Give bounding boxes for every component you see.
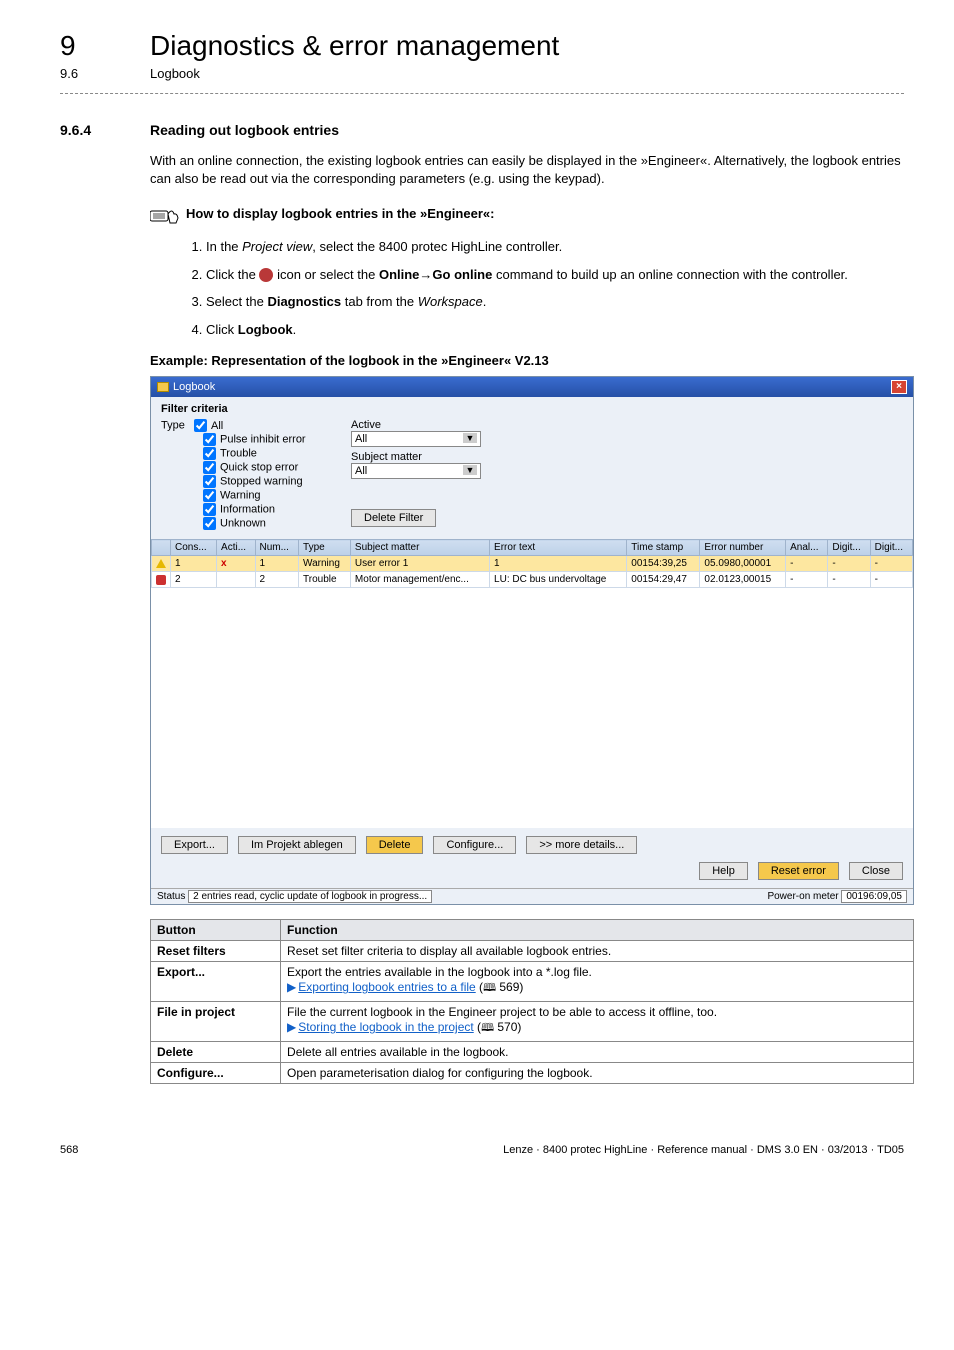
table-row[interactable]: 2 2Trouble Motor management/enc...LU: DC…	[152, 572, 913, 588]
row-export: Export...	[151, 962, 281, 1002]
intro-paragraph: With an online connection, the existing …	[150, 152, 904, 188]
power-on-label: Power-on meter	[767, 891, 838, 902]
step-1: In the Project view, select the 8400 pro…	[206, 237, 904, 257]
table-row[interactable]: 1 x 1Warning User error 11 00154:39,2505…	[152, 556, 913, 572]
subsection-number: 9.6	[60, 66, 150, 81]
step-3: Select the Diagnostics tab from the Work…	[206, 292, 904, 312]
trouble-icon	[152, 572, 171, 588]
cb-warning[interactable]	[203, 489, 216, 502]
row-configure: Configure...	[151, 1063, 281, 1084]
cb-trouble[interactable]	[203, 447, 216, 460]
hand-keypad-icon	[150, 206, 186, 229]
row-delete: Delete	[151, 1042, 281, 1063]
chapter-title: Diagnostics & error management	[150, 30, 559, 62]
go-online-icon	[259, 268, 273, 282]
book-icon: 🕮	[481, 1019, 494, 1038]
cb-unknown[interactable]	[203, 517, 216, 530]
subject-matter-label: Subject matter	[351, 451, 481, 463]
link-storing-logbook[interactable]: Storing the logbook in the project	[298, 1020, 473, 1034]
delete-filter-button[interactable]: Delete Filter	[351, 509, 436, 527]
col-acti[interactable]: Acti...	[217, 540, 255, 556]
chapter-number: 9	[60, 30, 150, 62]
cb-quick-stop[interactable]	[203, 461, 216, 474]
close-icon[interactable]: ×	[891, 380, 907, 394]
status-label: Status	[157, 891, 188, 902]
th-function: Function	[281, 920, 914, 941]
cb-stopped-warning[interactable]	[203, 475, 216, 488]
col-errortext[interactable]: Error text	[490, 540, 627, 556]
col-type[interactable]: Type	[299, 540, 351, 556]
row-file-in-project: File in project	[151, 1002, 281, 1042]
cb-pulse-inhibit[interactable]	[203, 433, 216, 446]
active-x-icon: x	[217, 556, 255, 572]
more-details-button[interactable]: >> more details...	[526, 836, 637, 854]
help-button[interactable]: Help	[699, 862, 748, 880]
active-select[interactable]: All▼	[351, 431, 481, 447]
reset-error-button[interactable]: Reset error	[758, 862, 839, 880]
col-cons[interactable]: Cons...	[171, 540, 217, 556]
step-4: Click Logbook.	[206, 320, 904, 340]
delete-button[interactable]: Delete	[366, 836, 424, 854]
power-on-value: 00196:09,05	[841, 890, 907, 903]
book-icon: 🕮	[483, 979, 496, 998]
subsection-title: Logbook	[150, 66, 200, 81]
warning-icon	[152, 556, 171, 572]
col-digit1[interactable]: Digit...	[828, 540, 870, 556]
status-text: 2 entries read, cyclic update of logbook…	[188, 890, 432, 903]
page-number: 568	[60, 1144, 78, 1156]
close-button[interactable]: Close	[849, 862, 903, 880]
example-heading: Example: Representation of the logbook i…	[150, 353, 904, 368]
button-function-table: ButtonFunction Reset filtersReset set fi…	[150, 919, 914, 1084]
col-errornumber[interactable]: Error number	[700, 540, 786, 556]
footer-info: Lenze · 8400 protec HighLine · Reference…	[503, 1144, 904, 1156]
row-reset-filters: Reset filters	[151, 941, 281, 962]
type-label: Type	[161, 420, 185, 432]
step-2: Click the icon or select the Online→Go o…	[206, 265, 904, 285]
col-timestamp[interactable]: Time stamp	[627, 540, 700, 556]
col-digit2[interactable]: Digit...	[870, 540, 912, 556]
grid-empty-area	[151, 588, 913, 828]
filter-criteria-label: Filter criteria	[161, 403, 903, 415]
logbook-grid: Cons... Acti... Num... Type Subject matt…	[151, 539, 913, 588]
link-export-entries[interactable]: Exporting logbook entries to a file	[298, 980, 475, 994]
configure-button[interactable]: Configure...	[433, 836, 516, 854]
subject-select[interactable]: All▼	[351, 463, 481, 479]
in-project-button[interactable]: Im Projekt ablegen	[238, 836, 356, 854]
th-button: Button	[151, 920, 281, 941]
step-list: In the Project view, select the 8400 pro…	[188, 237, 904, 339]
section-number: 9.6.4	[60, 122, 150, 138]
cb-information[interactable]	[203, 503, 216, 516]
col-num[interactable]: Num...	[255, 540, 299, 556]
section-title: Reading out logbook entries	[150, 122, 339, 138]
col-subject[interactable]: Subject matter	[350, 540, 489, 556]
all-checkbox[interactable]	[194, 419, 207, 432]
howto-heading: How to display logbook entries in the »E…	[186, 206, 494, 221]
export-button[interactable]: Export...	[161, 836, 228, 854]
col-anal[interactable]: Anal...	[786, 540, 828, 556]
section-divider	[60, 93, 904, 94]
logbook-dialog: Logbook × Filter criteria Type All Pulse…	[150, 376, 914, 905]
dialog-title: Logbook	[157, 381, 215, 393]
active-label: Active	[351, 419, 481, 431]
